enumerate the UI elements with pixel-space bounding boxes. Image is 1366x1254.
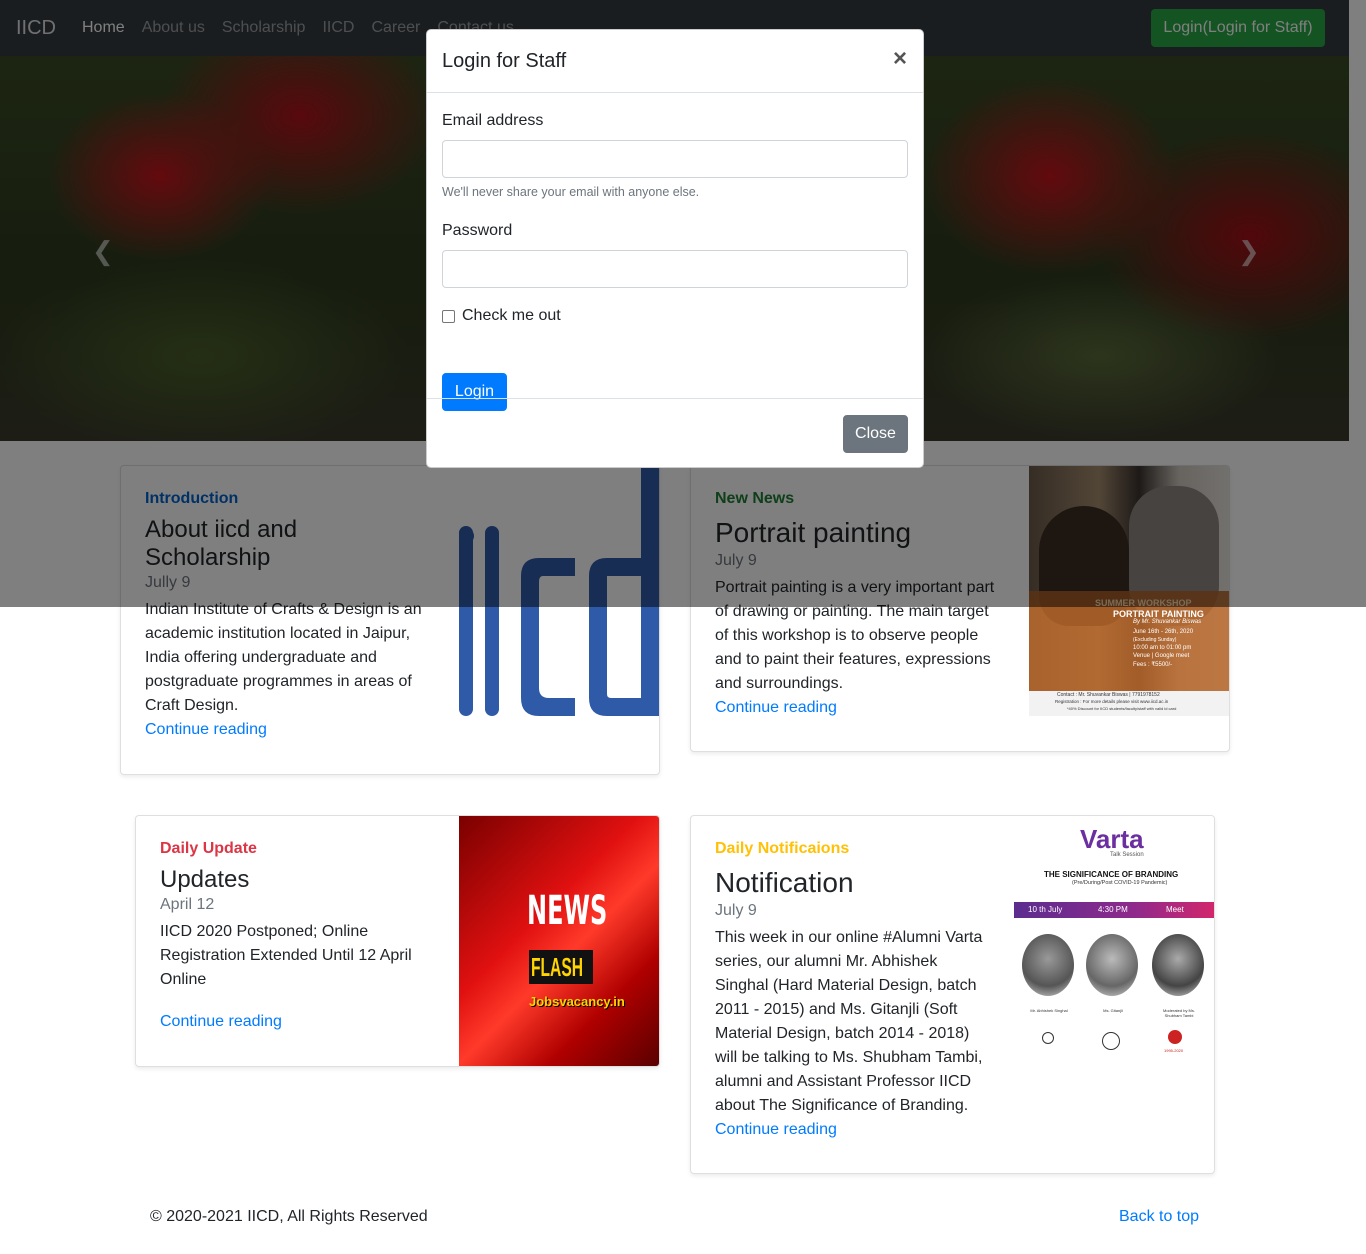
speaker-name: Ms. Gitanjli <box>1103 1008 1123 1013</box>
varta-sub: Talk Session <box>1110 852 1144 858</box>
speaker-name: Mr. Abhishek Singhal <box>1030 1008 1068 1013</box>
text-line: and to paint their features, expressions <box>715 651 991 668</box>
checkbox-label[interactable]: Check me out <box>462 305 561 327</box>
text-line: 2011 - 2015) and Ms. Gitanjli (Soft <box>715 1001 958 1018</box>
continue-reading-link[interactable]: Continue reading <box>145 718 267 742</box>
footer-copyright: © 2020-2021 IICD, All Rights Reserved <box>150 1208 428 1225</box>
iicd-seal-icon <box>1168 1030 1182 1044</box>
login-modal: Login for Staff × Email address We'll ne… <box>426 29 924 468</box>
text-line: Craft Design. <box>145 697 239 714</box>
poster-dates: June 16th - 26th, 2020 <box>1133 629 1194 635</box>
text-line: India offering undergraduate and <box>145 649 377 666</box>
close-button[interactable]: Close <box>843 415 908 453</box>
text-line: about The Significance of Branding. <box>715 1097 969 1114</box>
flash-text: FLASH <box>531 952 584 982</box>
card-category: Daily Update <box>160 840 257 857</box>
back-to-top-link[interactable]: Back to top <box>1119 1208 1199 1226</box>
card-date: July 9 <box>715 902 757 919</box>
close-icon[interactable]: × <box>893 47 907 71</box>
poster-registration: Registration : For more details please v… <box>1055 699 1169 704</box>
continue-reading-link[interactable]: Continue reading <box>715 1118 837 1142</box>
poster-discount: *40% Discount for IICD students/faculty/… <box>1067 706 1177 711</box>
email-label: Email address <box>442 112 544 129</box>
text-line: postgraduate programmes in areas of <box>145 673 412 690</box>
varta-time: 4:30 PM <box>1098 905 1128 914</box>
varta-meet: Meet <box>1166 905 1184 914</box>
poster-subheading: PORTRAIT PAINTING <box>1113 609 1204 619</box>
text-line: IICD 2020 Postponed; Online <box>160 923 369 940</box>
check-row: Check me out <box>442 305 909 327</box>
news-text: NEWS <box>527 888 608 934</box>
password-field[interactable] <box>442 250 908 288</box>
news-flash-image: NEWS FLASH Jobsvacancy.in <box>459 816 659 1066</box>
text-line: This week in our online #Alumni Varta <box>715 929 983 946</box>
card-title: Notification <box>715 867 854 898</box>
text-line: Online <box>160 971 207 988</box>
card-daily-update: Daily Update Updates April 12 IICD 2020 … <box>135 815 660 1067</box>
modal-footer: Close <box>427 398 923 468</box>
text-line: Material Design, batch 2014 - 2018) <box>715 1025 970 1042</box>
password-label: Password <box>442 222 513 239</box>
text-line: series, our alumni Mr. Abhishek <box>715 953 938 970</box>
sponsor-logo-icon <box>1102 1032 1120 1050</box>
text-line: of this workshop is to observe people <box>715 627 979 644</box>
card-category: Daily Notificaions <box>715 840 850 857</box>
varta-years: 1995-2020 <box>1164 1048 1184 1053</box>
card-date: April 12 <box>160 896 215 913</box>
modal-body: Email address We'll never share your ema… <box>442 110 909 411</box>
text-line: and surroundings. <box>715 675 844 692</box>
speaker-photo <box>1022 934 1074 996</box>
continue-reading-link[interactable]: Continue reading <box>160 1010 282 1034</box>
poster-fees: Fees : ₹5500/- <box>1133 662 1173 668</box>
card-text: Indian Institute of Crafts & Design is a… <box>145 598 445 718</box>
speaker-name: Moderated by Ms. Shubham Tambi <box>1162 1008 1195 1018</box>
text-line: Registration Extended Until 12 April <box>160 947 412 964</box>
continue-reading-link[interactable]: Continue reading <box>715 696 837 720</box>
modal-title: Login for Staff <box>442 50 567 72</box>
poster-excl: (Excluding Sunday) <box>1133 637 1177 643</box>
text-line: academic institution located in Jaipur, <box>145 625 411 642</box>
email-help-text: We'll never share your email with anyone… <box>442 185 700 199</box>
poster-by: By Mr. Shuvankar Biswas <box>1133 619 1202 625</box>
card-text: This week in our online #Alumni Varta se… <box>715 926 1005 1118</box>
check-me-out-checkbox[interactable] <box>442 309 455 323</box>
card-daily-notifications: Daily Notificaions Notification July 9 T… <box>690 815 1215 1174</box>
modal-header: Login for Staff × <box>427 30 923 93</box>
email-field[interactable] <box>442 140 908 178</box>
news-source-text: Jobsvacancy.in <box>529 994 625 1009</box>
poster-contact: Contact : Mr. Shuvankar Biswas | 7791978… <box>1057 692 1160 698</box>
card-text: IICD 2020 Postponed; Online Registration… <box>160 920 450 992</box>
varta-logo: Varta <box>1080 824 1144 854</box>
sponsor-logo-icon <box>1042 1032 1054 1044</box>
varta-headline-sub: (Pre/During/Post COVID-19 Pandemic) <box>1072 880 1168 886</box>
poster-time: 10:00 am to 01:00 pm <box>1133 645 1192 651</box>
poster-venue: Venue | Google meet <box>1133 653 1190 659</box>
text-line: will be talking to Ms. Shubham Tambi, <box>715 1049 983 1066</box>
text-line: Singhal (Hard Material Design, batch <box>715 977 977 994</box>
varta-poster: Varta Talk Session THE SIGNIFICANCE OF B… <box>1014 816 1214 1066</box>
text-line: alumni and Assistant Professor IICD <box>715 1073 972 1090</box>
speaker-photo <box>1152 934 1204 996</box>
card-title: Updates <box>160 866 250 893</box>
speaker-photo <box>1086 934 1138 996</box>
varta-date: 10 th July <box>1028 905 1063 914</box>
varta-headline: THE SIGNIFICANCE OF BRANDING <box>1044 870 1179 879</box>
